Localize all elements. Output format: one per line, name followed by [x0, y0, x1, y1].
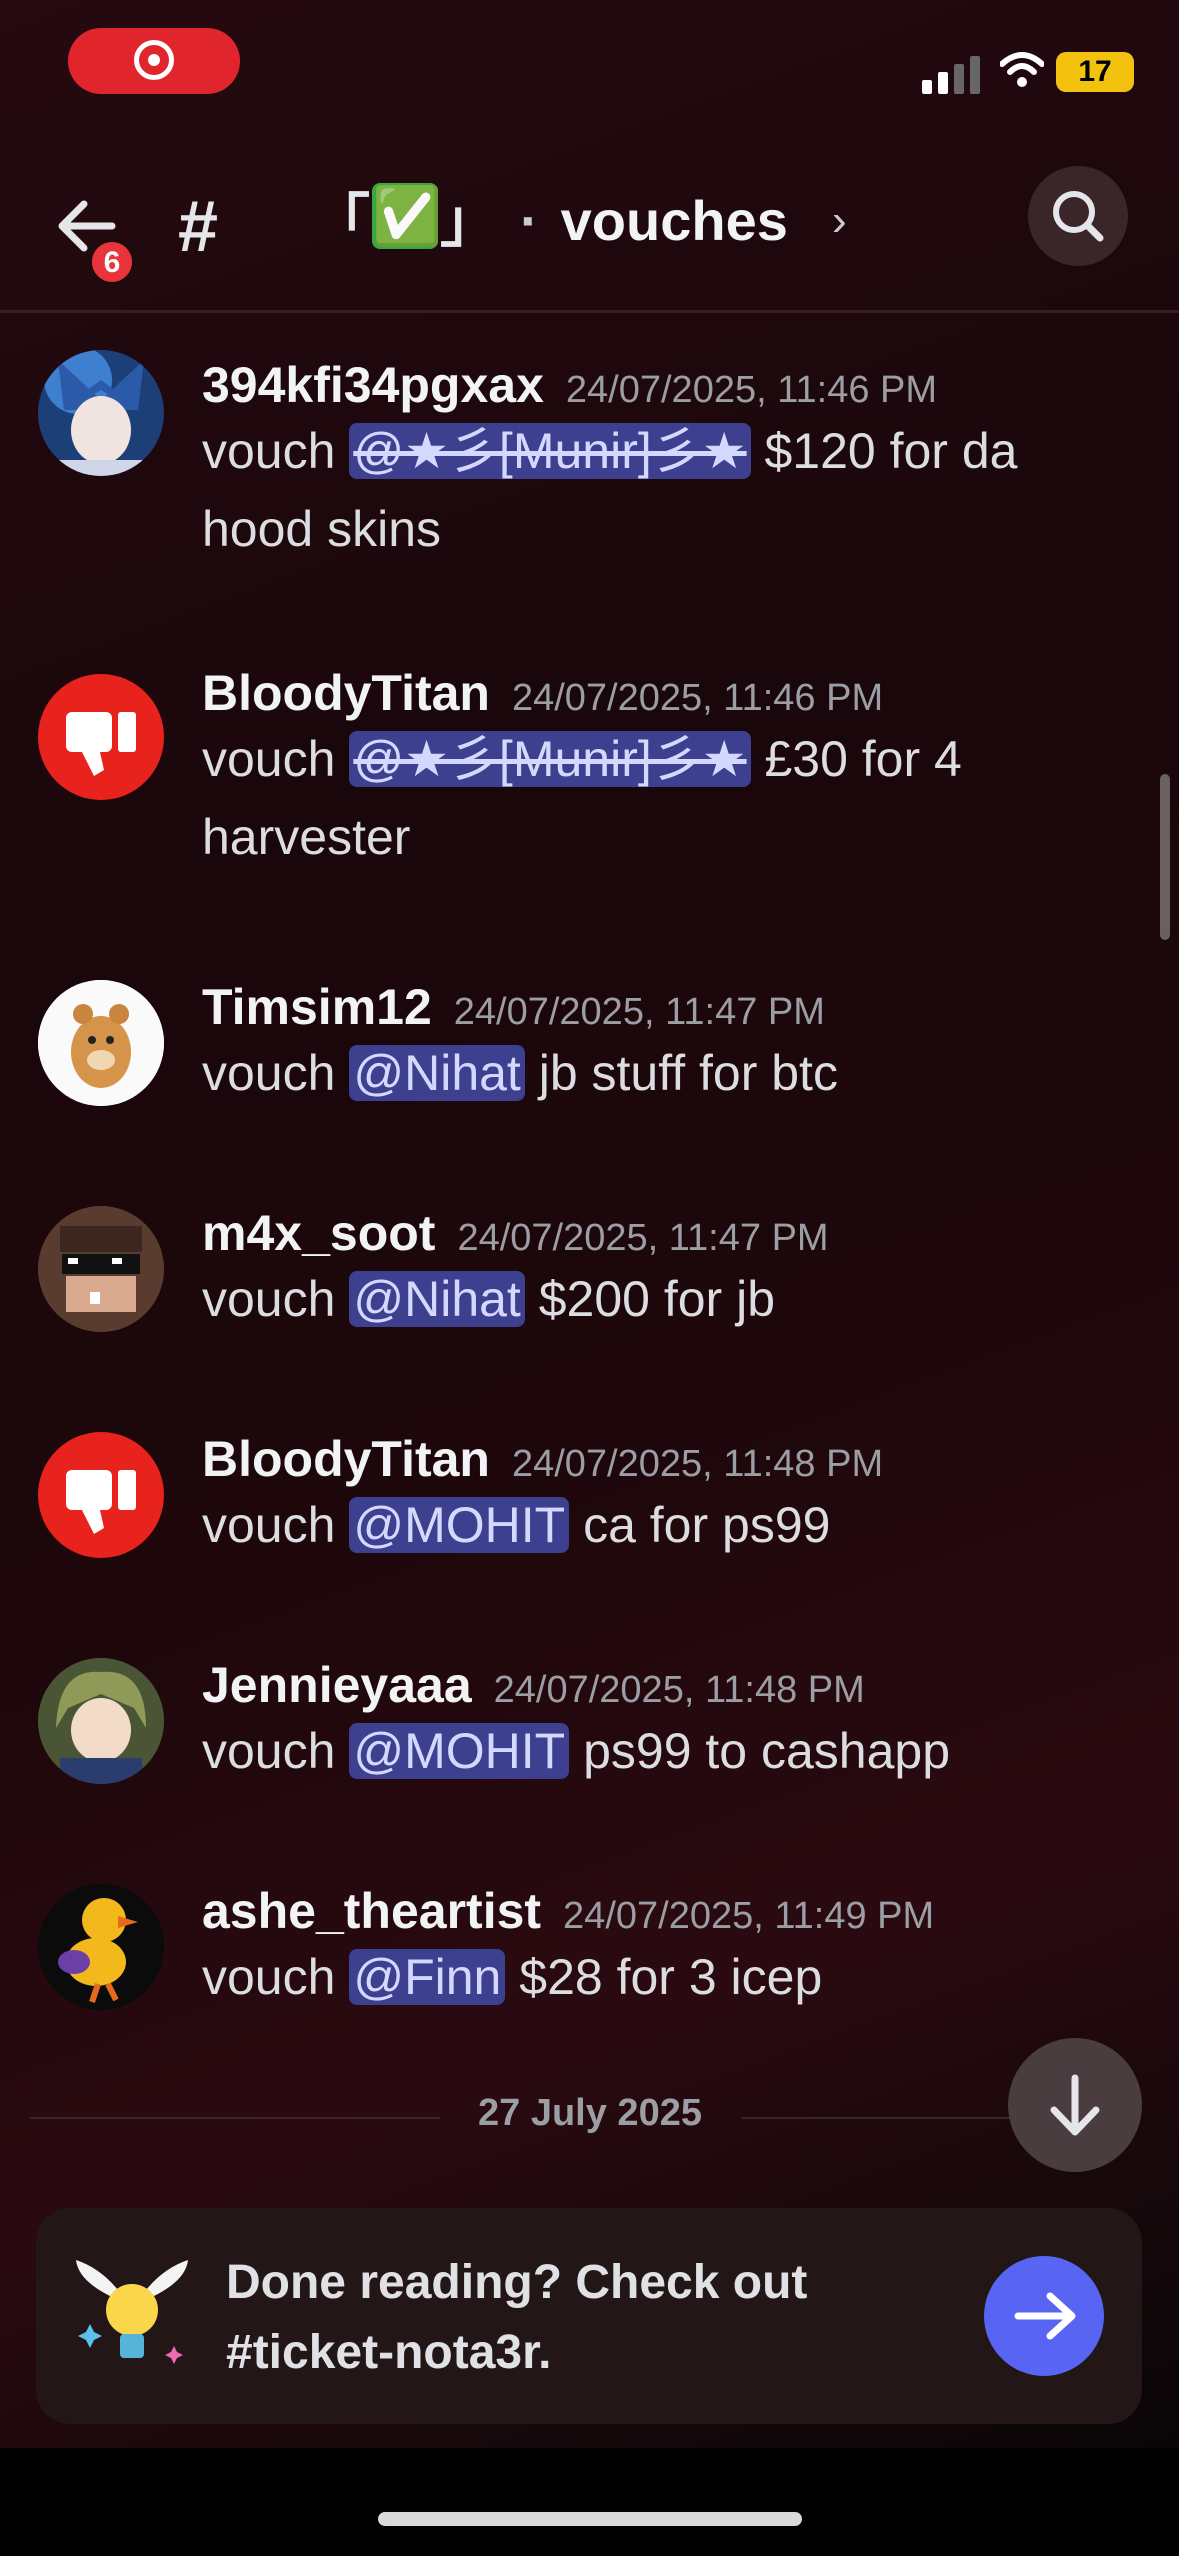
thumbs-down-icon: [66, 712, 136, 776]
message-author[interactable]: ashe_theartist 24/07/2025, 11:49 PM: [202, 1882, 934, 1940]
wifi-icon: [1000, 52, 1044, 87]
jump-to-bottom-button[interactable]: [1008, 2038, 1142, 2172]
cellular-signal-icon: [922, 56, 980, 94]
bracket-open: 「: [312, 189, 371, 254]
scrollbar-thumb[interactable]: [1160, 774, 1170, 940]
avatar[interactable]: [38, 1884, 164, 2010]
avatar[interactable]: [38, 674, 164, 800]
check-mark-icon: ✅: [372, 183, 442, 249]
avatar[interactable]: [38, 1432, 164, 1558]
message-timestamp: 24/07/2025, 11:47 PM: [453, 991, 825, 1033]
message-timestamp: 24/07/2025, 11:47 PM: [457, 1217, 829, 1259]
message-author[interactable]: BloodyTitan 24/07/2025, 11:48 PM: [202, 1430, 883, 1488]
channel-name: vouches: [560, 189, 788, 252]
channel-emoji-prefix[interactable]: 「 ✅ 」: [312, 176, 498, 256]
anime-avatar-icon: [38, 350, 164, 476]
message-content: vouch @Finn $28 for 3 icep: [202, 1949, 823, 2005]
user-mention[interactable]: @Finn: [349, 1949, 506, 2005]
avatar[interactable]: [38, 350, 164, 476]
avatar[interactable]: [38, 1658, 164, 1784]
search-button[interactable]: [1028, 166, 1128, 266]
user-mention[interactable]: @MOHIT: [349, 1497, 570, 1553]
duck-avatar-icon: [38, 1884, 164, 2010]
avatar[interactable]: [38, 1206, 164, 1332]
message-author[interactable]: BloodyTitan 24/07/2025, 11:46 PM: [202, 664, 883, 722]
avatar[interactable]: [38, 980, 164, 1106]
bracket-close: 」: [440, 189, 499, 254]
hamster-avatar-icon: [38, 980, 164, 1106]
chevron-right-icon[interactable]: ›: [832, 196, 847, 246]
go-to-channel-button[interactable]: [984, 2256, 1104, 2376]
user-mention[interactable]: @Nihat: [349, 1045, 525, 1101]
message-content: vouch @MOHIT ps99 to cashapp: [202, 1723, 951, 1779]
unread-badge: 6: [88, 238, 136, 286]
arrow-down-icon: [1050, 2074, 1100, 2136]
header-divider: [0, 310, 1179, 313]
message-content: vouch @★彡[Munir]彡★ $120 for da hood skin…: [202, 423, 1018, 557]
arrow-right-icon: [1014, 2292, 1076, 2340]
message-timestamp: 24/07/2025, 11:48 PM: [493, 1669, 865, 1711]
lightbulb-wings-icon: [76, 2260, 188, 2364]
pixel-avatar-icon: [38, 1206, 164, 1332]
date-divider: 27 July 2025: [478, 2092, 702, 2134]
message-timestamp: 24/07/2025, 11:46 PM: [565, 369, 938, 411]
channel-hash-icon: #: [178, 187, 219, 267]
message-timestamp: 24/07/2025, 11:46 PM: [511, 677, 884, 719]
message-author[interactable]: Timsim12 24/07/2025, 11:47 PM: [202, 978, 825, 1036]
search-icon: [1053, 191, 1104, 242]
home-indicator[interactable]: [378, 2512, 802, 2526]
message-timestamp: 24/07/2025, 11:48 PM: [511, 1443, 884, 1485]
battery-indicator: 17: [1056, 52, 1134, 92]
user-mention[interactable]: @★彡[Munir]彡★: [349, 731, 751, 787]
user-mention[interactable]: @Nihat: [349, 1271, 525, 1327]
channel-title[interactable]: · vouches: [520, 188, 788, 253]
date-divider-line: [30, 2117, 440, 2119]
bottom-safe-area: [0, 2448, 1179, 2556]
message-content: vouch @Nihat $200 for jb: [202, 1271, 776, 1327]
banner-text: Done reading? Check out #ticket-nota3r.: [226, 2256, 808, 2379]
user-mention[interactable]: @★彡[Munir]彡★: [349, 423, 751, 479]
message-author[interactable]: 394kfi34pgxax 24/07/2025, 11:46 PM: [202, 356, 937, 414]
message-timestamp: 24/07/2025, 11:49 PM: [563, 1895, 935, 1937]
separator-dot: ·: [520, 189, 539, 252]
thumbs-down-icon: [66, 1470, 136, 1534]
message-content: vouch @Nihat jb stuff for btc: [202, 1045, 838, 1101]
user-mention[interactable]: @MOHIT: [349, 1723, 570, 1779]
message-content: vouch @MOHIT ca for ps99: [202, 1497, 831, 1553]
date-divider-line: [742, 2117, 1012, 2119]
message-author[interactable]: Jennieyaaa 24/07/2025, 11:48 PM: [202, 1656, 865, 1714]
message-content: vouch @★彡[Munir]彡★ £30 for 4 harvester: [202, 731, 962, 865]
message-author[interactable]: m4x_soot 24/07/2025, 11:47 PM: [202, 1204, 829, 1262]
record-icon: [134, 40, 174, 80]
anime-avatar-icon: [38, 1658, 164, 1784]
